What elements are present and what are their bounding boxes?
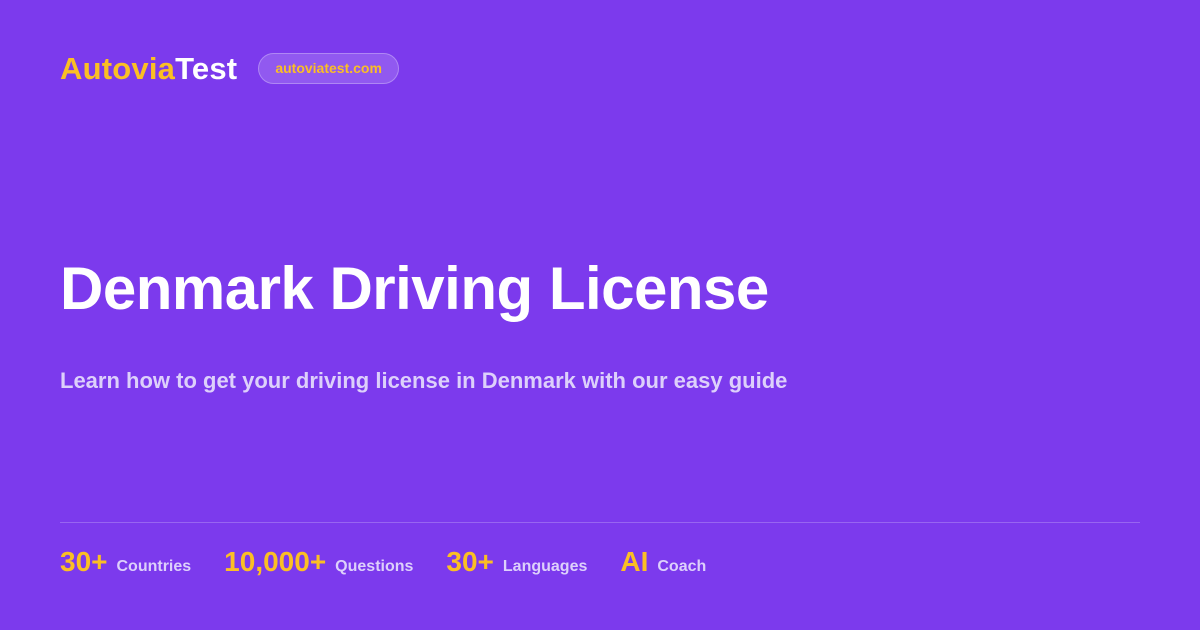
stat-label: Countries xyxy=(116,558,192,575)
logo-part-autovia: Autovia xyxy=(60,50,176,86)
logo: AutoviaTest xyxy=(60,53,237,84)
stat-label: Coach xyxy=(657,558,707,575)
stat-label: Questions xyxy=(335,558,414,575)
brand-row: AutoviaTest autoviatest.com xyxy=(60,48,399,88)
social-card: AutoviaTest autoviatest.com Denmark Driv… xyxy=(0,0,1200,630)
divider xyxy=(60,522,1140,523)
stats-row: 30+ Countries 10,000+ Questions 30+ Lang… xyxy=(60,546,739,578)
stat-countries: 30+ Countries xyxy=(60,546,191,578)
stat-ai-coach: AI Coach xyxy=(620,546,706,578)
stat-questions: 10,000+ Questions xyxy=(224,546,413,578)
page-title: Denmark Driving License xyxy=(60,255,769,322)
logo-part-test: Test xyxy=(175,50,238,86)
stat-value: 10,000+ xyxy=(224,546,327,577)
stat-value: AI xyxy=(620,546,649,577)
page-subtitle: Learn how to get your driving license in… xyxy=(60,368,788,393)
stat-value: 30+ xyxy=(60,546,108,577)
domain-badge: autoviatest.com xyxy=(258,52,399,84)
stat-value: 30+ xyxy=(446,546,494,577)
stat-label: Languages xyxy=(502,558,588,575)
stat-languages: 30+ Languages xyxy=(446,546,587,578)
